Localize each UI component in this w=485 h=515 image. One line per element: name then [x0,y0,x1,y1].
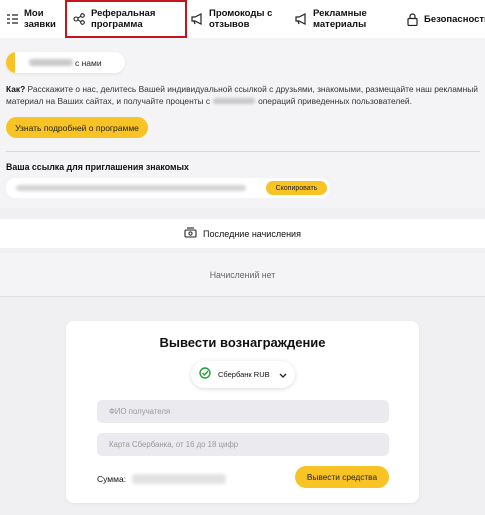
megaphone-icon [190,12,204,26]
nav-label-line1: Рекламные [313,8,367,19]
top-nav: Мои заявки Реферальная программа Промокоды… [0,0,485,38]
learn-more-button[interactable]: Узнать подробней о программе [6,117,148,138]
nav-item-referral[interactable]: Реферальная программа [65,0,187,38]
chevron-down-icon [279,366,287,384]
nav-label-line1: Промокоды с [209,8,273,19]
money-icon [184,225,197,243]
balance-suffix: с нами [75,57,102,68]
withdraw-submit-button[interactable]: Вывести средства [295,466,389,488]
section-divider [6,151,480,152]
nav-label-line1: Реферальная [91,8,156,19]
sberbank-logo-icon [199,366,211,384]
referral-link-title: Ваша ссылка для приглашения знакомых [6,162,189,172]
how-text-part2: операций приведенных пользователей. [258,95,412,106]
referral-link-field[interactable]: Скопировать [6,178,330,198]
nav-label-line1: Безопасность [424,13,485,25]
nav-label-line2: материалы [313,19,367,30]
nav-item-my-requests[interactable]: Мои заявки [5,0,56,38]
copy-button[interactable]: Скопировать [266,181,327,195]
redacted-text [213,98,256,105]
card-number-field[interactable] [97,433,389,456]
nav-label-line1: Мои [24,8,44,19]
lock-icon [405,12,419,26]
accruals-empty-text: Начислений нет [0,253,485,297]
withdraw-card: Вывести вознаграждение Сбербанк RUB Сумм… [66,321,419,503]
payment-method-label: Сбербанк RUB [218,370,270,379]
list-check-icon [5,12,19,26]
nav-label-line2: программа [91,19,143,30]
payment-method-select[interactable]: Сбербанк RUB [191,361,295,388]
recent-accruals-header[interactable]: Последние начисления [0,219,485,248]
sum-label: Сумма: [97,474,127,484]
how-text: Как? Расскажите о нас, делитесь Вашей ин… [6,84,480,107]
referral-balance-pill: с нами [6,52,125,73]
withdraw-title: Вывести вознаграждение [159,335,326,350]
redacted-link [16,185,246,191]
nav-item-promo-codes[interactable]: Промокоды с отзывов [190,0,272,38]
redacted-sum [132,474,226,484]
nav-label-line2: отзывов [209,19,250,30]
nav-item-security[interactable]: Безопасность [405,0,485,38]
redacted-text [29,59,73,66]
how-label: Как? [6,84,26,94]
megaphone-icon [294,12,308,26]
accruals-title: Последние начисления [203,228,301,239]
share-icon [72,12,86,26]
nav-label-line2: заявки [24,19,56,30]
recipient-name-field[interactable] [97,400,389,423]
nav-item-ad-materials[interactable]: Рекламные материалы [294,0,367,38]
